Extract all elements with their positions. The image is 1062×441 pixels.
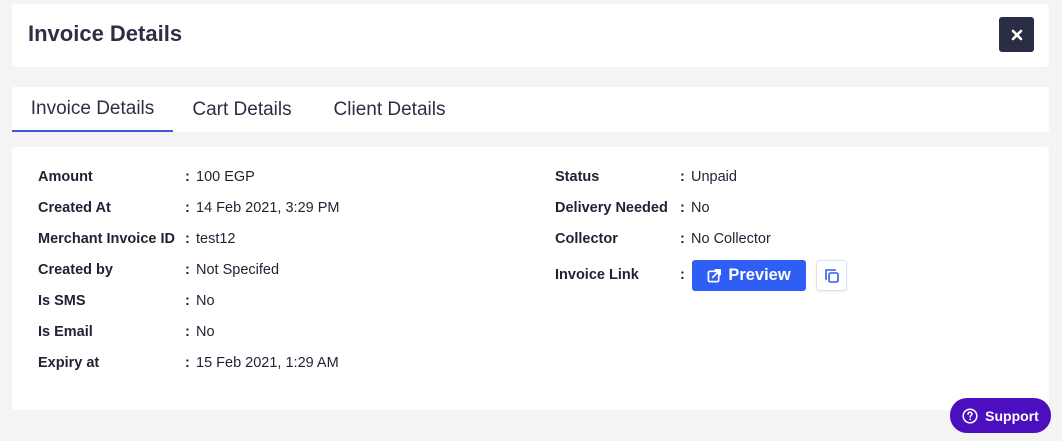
field-value: No: [196, 324, 215, 340]
field-separator: :: [680, 231, 685, 247]
field-separator: :: [185, 262, 190, 278]
field-separator: :: [680, 267, 685, 283]
help-circle-icon: [962, 407, 978, 424]
field-label: Merchant Invoice ID: [38, 231, 175, 247]
field-separator: :: [185, 293, 190, 309]
field-label: Expiry at: [38, 355, 100, 371]
copy-icon: [824, 268, 839, 283]
field-delivery-needed: Delivery Needed: [555, 198, 668, 218]
field-separator: :: [185, 169, 190, 185]
field-separator: :: [185, 324, 190, 340]
preview-button[interactable]: Preview: [692, 260, 806, 291]
tab-cart-details[interactable]: Cart Details: [177, 87, 307, 132]
page-title: Invoice Details: [28, 21, 183, 46]
field-separator: :: [185, 200, 190, 216]
tab-bar: Invoice Details Cart Details Client Deta…: [12, 87, 1049, 132]
field-label: Created by: [38, 262, 113, 278]
field-merchant-invoice-id: Merchant Invoice ID: [38, 229, 175, 249]
field-label: Is SMS: [38, 293, 86, 309]
field-invoice-link: Invoice Link: [555, 265, 639, 285]
close-button[interactable]: [999, 17, 1034, 52]
field-label: Is Email: [38, 324, 93, 340]
tab-client-details[interactable]: Client Details: [317, 87, 462, 132]
field-value: 15 Feb 2021, 1:29 AM: [196, 355, 339, 371]
support-button[interactable]: Support: [950, 398, 1051, 433]
field-separator: :: [185, 231, 190, 247]
field-collector: Collector: [555, 229, 618, 249]
modal-header: Invoice Details: [12, 4, 1049, 67]
field-separator: :: [680, 200, 685, 216]
field-value: No: [196, 293, 215, 309]
external-link-icon: [707, 269, 722, 283]
close-icon: [1011, 29, 1022, 40]
field-value: 100 EGP: [196, 169, 255, 185]
field-separator: :: [185, 355, 190, 371]
copy-link-button[interactable]: [816, 260, 847, 291]
field-label: Invoice Link: [555, 267, 639, 283]
field-separator: :: [680, 169, 685, 185]
field-value: No Collector: [691, 231, 771, 247]
tab-invoice-details[interactable]: Invoice Details: [12, 87, 173, 132]
field-value: No: [691, 200, 710, 216]
field-value: test12: [196, 231, 236, 247]
field-is-email: Is Email: [38, 322, 93, 342]
field-amount: Amount: [38, 167, 93, 187]
field-created-by: Created by: [38, 260, 113, 280]
field-value: 14 Feb 2021, 3:29 PM: [196, 200, 340, 216]
field-label: Created At: [38, 200, 111, 216]
field-is-sms: Is SMS: [38, 291, 86, 311]
field-label: Amount: [38, 169, 93, 185]
field-label: Collector: [555, 231, 618, 247]
preview-button-label: Preview: [728, 266, 791, 284]
support-label: Support: [985, 407, 1039, 424]
field-expiry-at: Expiry at: [38, 353, 99, 373]
field-created-at: Created At: [38, 198, 111, 218]
field-label: Delivery Needed: [555, 200, 668, 216]
field-value: Unpaid: [691, 169, 737, 185]
field-label: Status: [555, 169, 600, 185]
invoice-details-card: Amount : 100 EGP Created At : 14 Feb 202…: [12, 147, 1049, 410]
field-value: Not Specifed: [196, 262, 280, 278]
field-status: Status: [555, 167, 599, 187]
